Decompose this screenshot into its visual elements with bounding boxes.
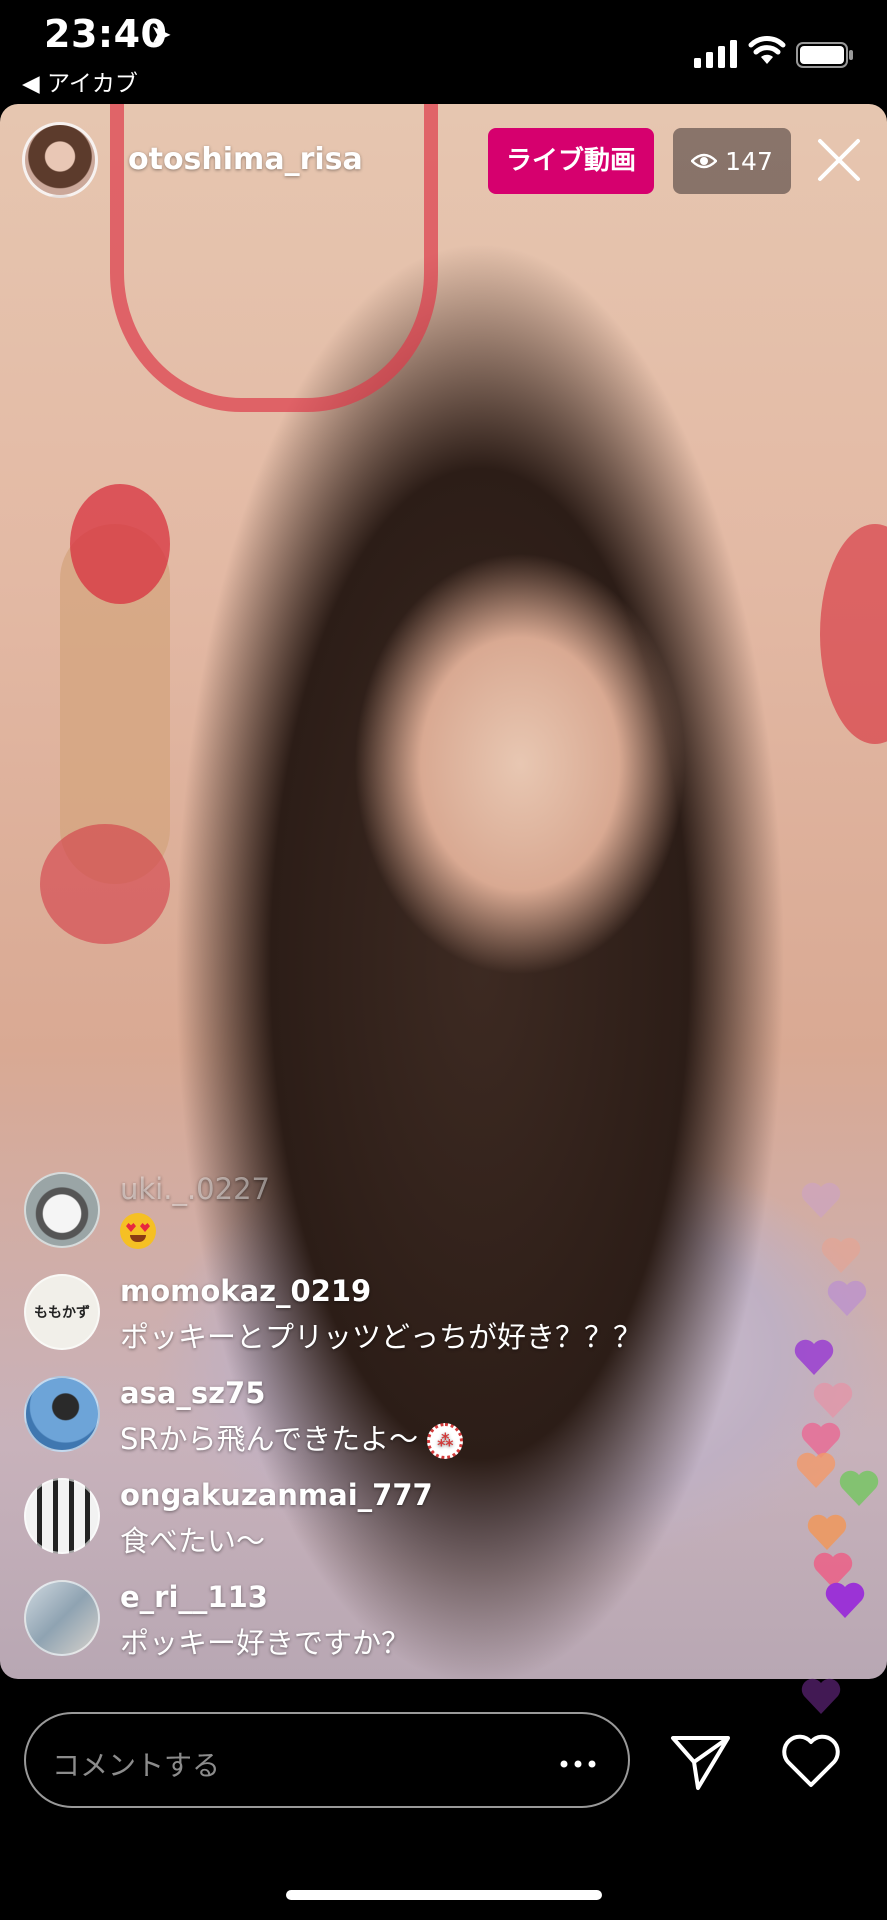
background-decoration	[40, 824, 170, 944]
floating-heart-icon	[801, 1678, 841, 1714]
floating-heart-icon	[825, 1582, 865, 1618]
floating-heart-icon	[839, 1470, 879, 1506]
avatar-handwritten-text: ももかず	[34, 1305, 90, 1321]
comment-text	[120, 1212, 156, 1249]
home-indicator[interactable]	[286, 1890, 602, 1900]
status-time: 23:40	[44, 12, 168, 56]
sticker-icon: ⁂	[427, 1423, 464, 1459]
floating-heart-icon	[796, 1452, 836, 1488]
close-icon[interactable]	[816, 137, 862, 183]
viewer-count-badge[interactable]: 147	[673, 128, 791, 194]
background-decoration	[70, 484, 170, 604]
wifi-icon	[748, 36, 786, 64]
comment-text: 食べたい〜	[120, 1524, 266, 1558]
comment-text: ポッキーとプリッツどっちが好き？？？	[120, 1320, 643, 1354]
commenter-avatar[interactable]	[24, 1172, 100, 1248]
commenter-avatar[interactable]	[24, 1478, 100, 1554]
eye-icon	[691, 153, 718, 169]
comment-username[interactable]: momokaz_0219	[120, 1274, 371, 1308]
send-icon[interactable]	[668, 1728, 734, 1794]
location-arrow-icon: ➤	[150, 20, 172, 50]
viewer-count: 147	[725, 146, 773, 176]
heart-eyes-emoji-icon	[120, 1213, 156, 1249]
comment-username[interactable]: uki._.0227	[120, 1172, 270, 1206]
back-to-app-link[interactable]: ◀ アイカブ	[22, 64, 138, 98]
comment-text: SRから飛んできたよ〜 ⁂	[120, 1416, 464, 1459]
comment-input[interactable]: コメントする	[24, 1712, 630, 1808]
commenter-avatar[interactable]	[24, 1376, 100, 1452]
comment-placeholder: コメントする	[52, 1749, 221, 1782]
commenter-avatar[interactable]	[24, 1580, 100, 1656]
battery-icon	[796, 42, 853, 68]
comment-username[interactable]: e_ri__113	[120, 1580, 268, 1614]
commenter-avatar[interactable]: ももかず	[24, 1274, 100, 1350]
comment-text: ポッキー好きですか？	[120, 1626, 411, 1660]
heart-icon[interactable]	[780, 1730, 842, 1792]
floating-heart-icon	[807, 1514, 847, 1550]
status-bar: 23:40 ➤ ◀ アイカブ	[0, 0, 887, 100]
floating-heart-icon	[801, 1182, 841, 1218]
floating-heart-icon	[813, 1382, 853, 1418]
host-avatar[interactable]	[22, 122, 98, 198]
more-options-icon[interactable]	[560, 1760, 596, 1768]
floating-heart-icon	[821, 1237, 861, 1273]
comment-text-body: SRから飛んできたよ〜	[120, 1422, 419, 1456]
floating-heart-icon	[794, 1339, 834, 1375]
host-username[interactable]: otoshima_risa	[128, 142, 363, 177]
comment-username[interactable]: asa_sz75	[120, 1376, 265, 1410]
comment-username[interactable]: ongakuzanmai_777	[120, 1478, 433, 1512]
background-decoration	[820, 524, 887, 744]
signal-icon	[694, 40, 737, 68]
floating-heart-icon	[827, 1280, 867, 1316]
live-badge: ライブ動画	[488, 128, 654, 194]
